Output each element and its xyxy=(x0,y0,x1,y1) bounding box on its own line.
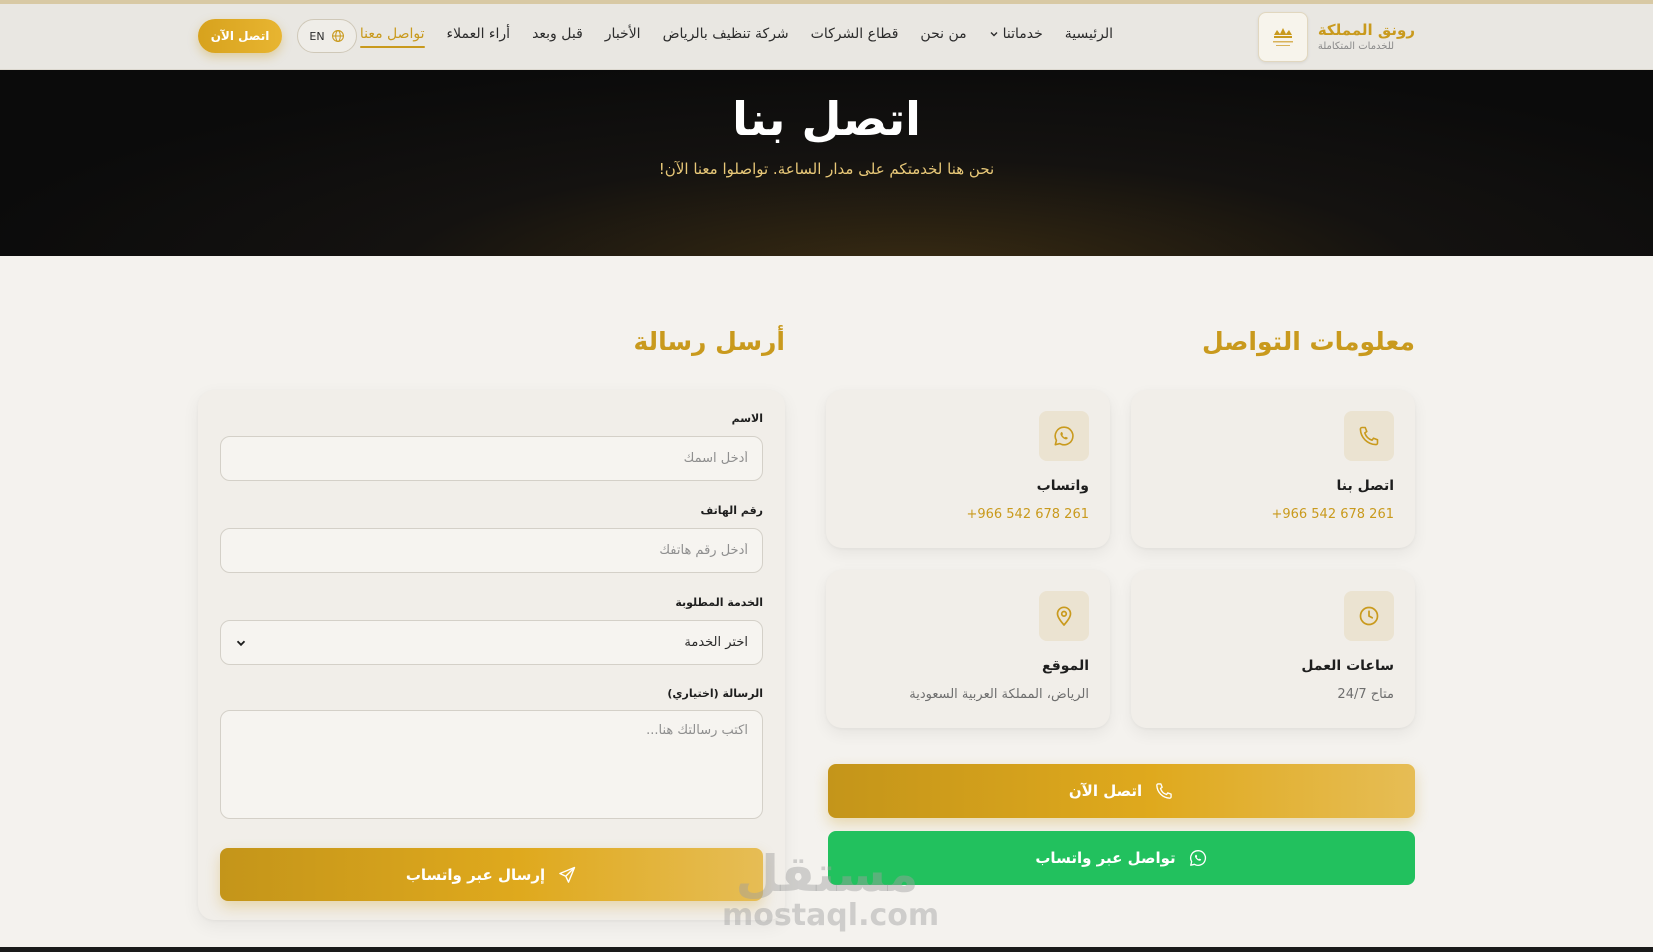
nav-label: قبل وبعد xyxy=(532,26,583,42)
phone-label: رقم الهاتف xyxy=(700,504,763,517)
contact-card-hours: ساعات العمل متاح 24/7 xyxy=(1131,570,1415,728)
nav-item-contact[interactable]: تواصل معنا xyxy=(359,26,425,48)
whatsapp-icon xyxy=(1054,426,1074,446)
nav-label: قطاع الشركات xyxy=(810,26,899,42)
header-call-now-label: اتصل الآن xyxy=(210,29,270,43)
whatsapp-icon-box xyxy=(1039,411,1089,461)
contact-card-title: اتصل بنا xyxy=(1336,478,1394,494)
brand-logo-icon xyxy=(1257,12,1308,62)
nav-label: الأخبار xyxy=(604,26,641,42)
contact-card-title: الموقع xyxy=(1042,658,1089,674)
contact-card-whatsapp[interactable]: واتساب +966 542 678 261 xyxy=(826,390,1110,548)
clock-icon xyxy=(1359,606,1379,626)
nav-label: أراء العملاء xyxy=(446,26,511,42)
bottom-strip xyxy=(0,947,1653,952)
nav-item-about[interactable]: من نحن xyxy=(920,26,966,46)
brand-name: رونق المملكة xyxy=(1317,21,1415,39)
contact-card-phone[interactable]: اتصل بنا +966 542 678 261 xyxy=(1131,390,1415,548)
map-pin-icon-box xyxy=(1039,591,1089,641)
name-field[interactable] xyxy=(220,436,763,481)
nav-item-corporate[interactable]: قطاع الشركات xyxy=(811,26,899,46)
nav-item-testimonials[interactable]: أراء العملاء xyxy=(447,26,511,46)
send-icon xyxy=(559,866,576,883)
whatsapp-contact-label: تواصل عبر واتساب xyxy=(1035,849,1176,867)
contact-card-value: الرياض، المملكة العربية السعودية xyxy=(909,687,1089,702)
chevron-down-icon xyxy=(236,640,246,646)
site-header: رونق المملكة للخدمات المتكاملة الرئيسية … xyxy=(0,4,1653,70)
language-label: EN xyxy=(309,29,325,43)
contact-card-value: +966 542 678 261 xyxy=(966,507,1089,522)
header-call-now-button[interactable]: اتصل الآن xyxy=(198,19,282,53)
nav-item-cleaning-riyadh[interactable]: شركة تنظيف بالرياض xyxy=(663,26,789,46)
map-pin-icon xyxy=(1056,606,1072,626)
name-label: الاسم xyxy=(731,412,763,425)
nav-item-services[interactable]: خدماتنا xyxy=(989,26,1043,46)
whatsapp-icon xyxy=(1189,849,1206,866)
message-field[interactable] xyxy=(220,710,763,819)
nav-item-before-after[interactable]: قبل وبعد xyxy=(532,26,583,46)
hero-banner: اتصل بنا نحن هنا لخدمتكم على مدار الساعة… xyxy=(0,70,1653,256)
service-selected-value: اختر الخدمة xyxy=(684,635,748,650)
globe-icon xyxy=(331,30,344,42)
send-via-whatsapp-label: إرسال عبر واتساب xyxy=(405,865,546,884)
nav-label: تواصل معنا xyxy=(359,26,425,42)
nav-item-home[interactable]: الرئيسية xyxy=(1065,26,1113,46)
call-now-label: اتصل الآن xyxy=(1068,782,1143,800)
send-via-whatsapp-button[interactable]: إرسال عبر واتساب xyxy=(220,848,763,901)
brand-tagline: للخدمات المتكاملة xyxy=(1317,41,1395,52)
whatsapp-contact-button[interactable]: تواصل عبر واتساب xyxy=(828,831,1415,885)
language-toggle-button[interactable]: EN xyxy=(297,19,357,53)
nav-label: شركة تنظيف بالرياض xyxy=(662,26,789,42)
contact-card-value: متاح 24/7 xyxy=(1337,687,1394,702)
message-label: الرسالة (اختياري) xyxy=(667,687,763,700)
phone-field[interactable] xyxy=(220,528,763,573)
nav-item-news[interactable]: الأخبار xyxy=(605,26,641,46)
brand-logo-link[interactable]: رونق المملكة للخدمات المتكاملة xyxy=(1257,12,1415,62)
chevron-down-icon xyxy=(990,32,998,37)
call-now-button[interactable]: اتصل الآن xyxy=(828,764,1415,818)
contact-card-title: ساعات العمل xyxy=(1301,658,1394,674)
main-nav: الرئيسية خدماتنا من نحن قطاع الشركات شرك… xyxy=(359,26,1113,48)
nav-label: الرئيسية xyxy=(1064,26,1113,42)
phone-icon xyxy=(1156,783,1172,799)
contact-card-title: واتساب xyxy=(1036,478,1089,494)
contact-card-location[interactable]: الموقع الرياض، المملكة العربية السعودية xyxy=(826,570,1110,728)
contact-card-value: +966 542 678 261 xyxy=(1271,507,1394,522)
brand-text: رونق المملكة للخدمات المتكاملة xyxy=(1318,20,1415,54)
page-subtitle: نحن هنا لخدمتكم على مدار الساعة. تواصلوا… xyxy=(658,160,995,178)
nav-label: خدماتنا xyxy=(1002,26,1043,42)
nav-label: من نحن xyxy=(920,26,967,42)
phone-icon xyxy=(1359,426,1379,446)
crown-logo-icon xyxy=(1272,28,1293,46)
service-label: الخدمة المطلوبة xyxy=(675,596,763,609)
contact-form: الاسم رقم الهاتف الخدمة المطلوبة اختر ال… xyxy=(198,390,785,920)
send-message-heading: أرسل رسالة xyxy=(633,327,785,356)
page-title: اتصل بنا xyxy=(732,92,921,146)
phone-icon-box xyxy=(1344,411,1394,461)
clock-icon-box xyxy=(1344,591,1394,641)
contact-info-heading: معلومات التواصل xyxy=(1201,327,1415,356)
service-select[interactable]: اختر الخدمة xyxy=(220,620,763,665)
